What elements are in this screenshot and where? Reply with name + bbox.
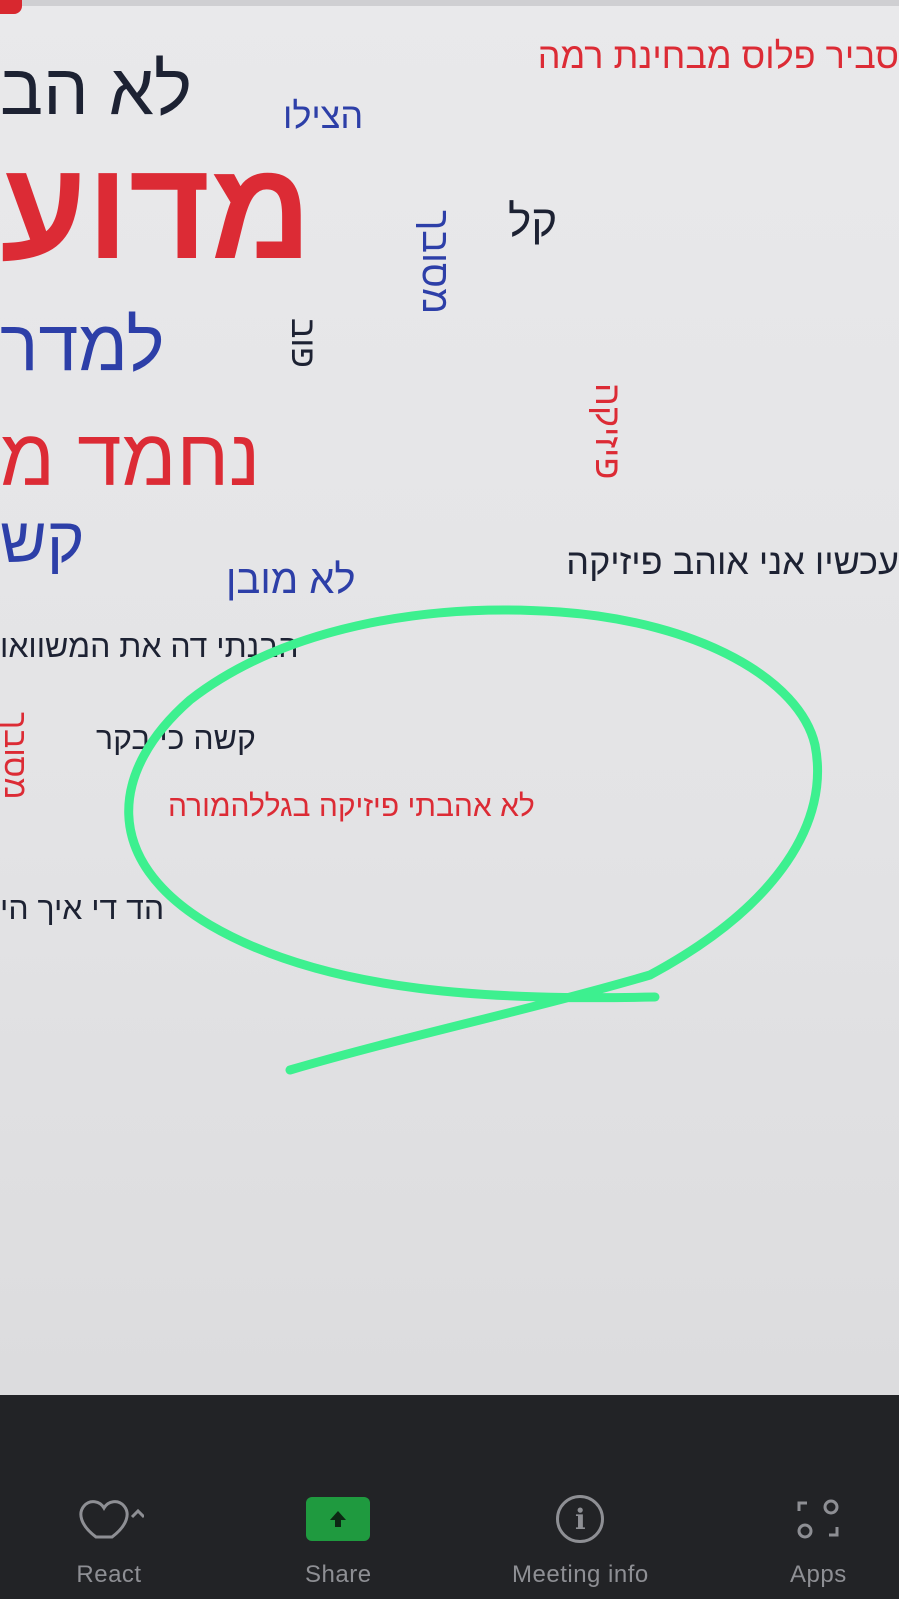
react-button[interactable]: React bbox=[74, 1495, 144, 1589]
annotation-ellipse-drawing bbox=[124, 605, 823, 1075]
apps-icon bbox=[797, 1499, 839, 1539]
shared-screen: סביר פלוס מבחינת רמה לא הב הצילו מדוע קל… bbox=[0, 0, 899, 1395]
meeting-info-button[interactable]: i Meeting info bbox=[512, 1495, 649, 1589]
react-label: React bbox=[76, 1561, 142, 1588]
share-label: Share bbox=[305, 1561, 372, 1588]
share-button[interactable]: Share bbox=[305, 1495, 372, 1589]
apps-button[interactable]: Apps bbox=[790, 1495, 847, 1589]
annotation-stroke bbox=[124, 605, 823, 1075]
heart-icon bbox=[79, 1500, 144, 1539]
meeting-toolbar: React Share i Meeting info Apps bbox=[0, 1395, 899, 1599]
info-icon: i bbox=[556, 1495, 605, 1543]
share-screen-icon bbox=[306, 1497, 371, 1541]
meeting-info-label: Meeting info bbox=[512, 1561, 649, 1588]
apps-label: Apps bbox=[790, 1561, 847, 1588]
